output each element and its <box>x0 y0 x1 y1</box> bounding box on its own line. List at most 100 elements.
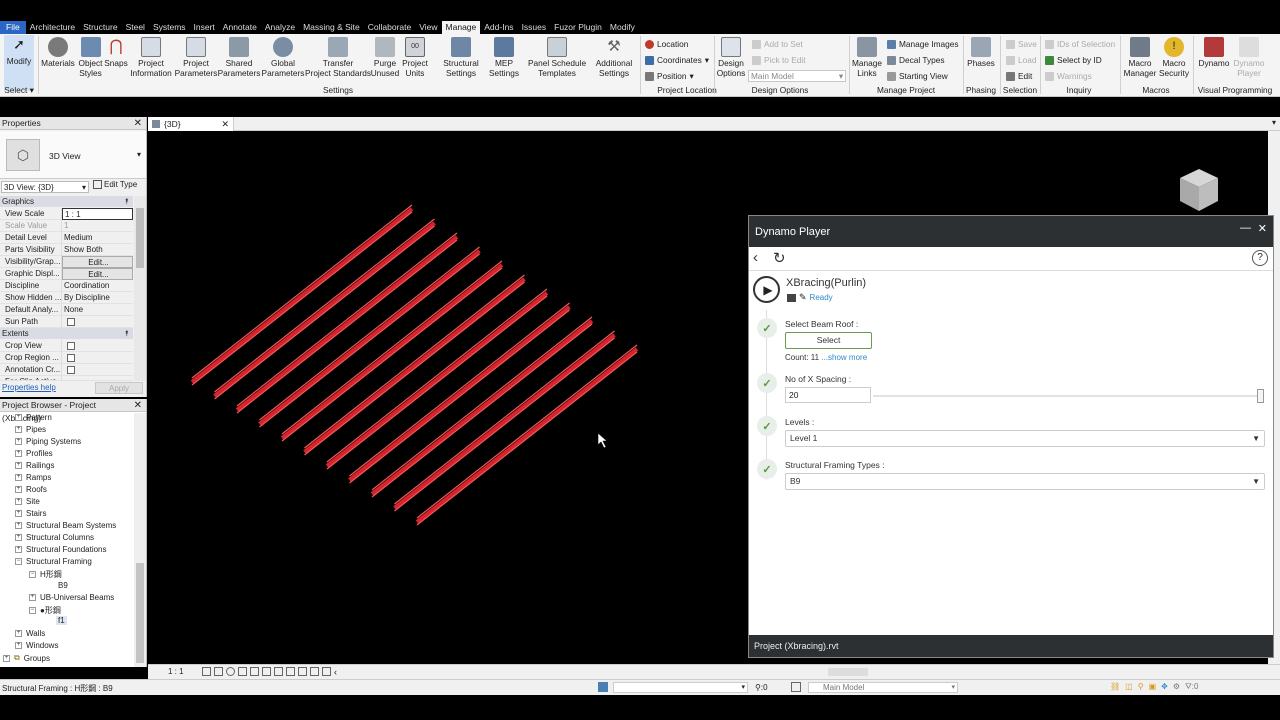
crop-icon[interactable] <box>262 667 271 676</box>
x-spacing-input[interactable]: 20 <box>785 387 871 403</box>
tree-item-walls[interactable]: + Walls <box>15 629 45 638</box>
expand-icon[interactable]: + <box>15 642 22 649</box>
properties-scrollbar[interactable] <box>134 196 146 381</box>
project-units-button[interactable]: 00 Project Units <box>400 37 430 78</box>
warnings-button[interactable]: Warnings <box>1045 71 1092 81</box>
expand-icon[interactable]: + <box>15 414 22 421</box>
structural-settings-button[interactable]: Structural Settings <box>440 37 482 78</box>
decal-types-button[interactable]: Decal Types <box>887 55 945 65</box>
tab-massing-site[interactable]: Massing & Site <box>299 21 364 34</box>
play-button[interactable]: ▶ <box>753 276 780 303</box>
reveal-hidden-icon[interactable] <box>310 667 319 676</box>
project-information-button[interactable]: Project Information <box>129 37 173 78</box>
prop-row-discipline[interactable]: Discipline Coordination <box>0 280 133 292</box>
select-pinned-icon[interactable]: ⚲ <box>1138 682 1144 692</box>
tree-item-b9[interactable]: B9 <box>58 581 68 590</box>
help-icon[interactable]: ? <box>1252 250 1268 266</box>
close-icon[interactable]: ✕ <box>134 117 146 129</box>
sun-path-checkbox[interactable] <box>67 318 75 326</box>
render-icon[interactable] <box>250 667 259 676</box>
mep-settings-button[interactable]: MEP Settings <box>486 37 522 78</box>
drag-elements-icon[interactable]: ✥ <box>1161 682 1168 692</box>
tab-file[interactable]: File <box>0 21 26 34</box>
browser-scrollbar[interactable] <box>134 413 146 667</box>
back-icon[interactable]: ‹ <box>753 249 758 266</box>
tab-architecture[interactable]: Architecture <box>26 21 79 34</box>
workset-select[interactable]: ▾ <box>613 682 748 693</box>
prop-value[interactable]: By Discipline <box>62 292 133 304</box>
phases-button[interactable]: Phases <box>966 37 996 69</box>
extents-section[interactable]: Extents ⯭ <box>0 328 133 339</box>
panel-schedule-templates-button[interactable]: Panel Schedule Templates <box>526 37 588 78</box>
crop-view-checkbox[interactable] <box>67 342 75 350</box>
beam-line[interactable] <box>214 218 435 393</box>
beam-line[interactable] <box>394 337 615 512</box>
prop-row-annotation-crop[interactable]: Annotation Cr... <box>0 364 133 376</box>
prop-row-sun-path[interactable]: Sun Path <box>0 316 133 328</box>
shared-parameters-button[interactable]: Shared Parameters <box>218 37 260 78</box>
expand-icon[interactable]: + <box>15 522 22 529</box>
worksharing-icon[interactable] <box>598 682 608 692</box>
tree-item-stairs[interactable]: + Stairs <box>15 509 46 518</box>
horizontal-scrollbar-thumb[interactable] <box>828 668 868 676</box>
lock-icon[interactable] <box>286 667 295 676</box>
expand-icon[interactable]: + <box>15 498 22 505</box>
expand-icon[interactable]: + <box>15 426 22 433</box>
tree-item-round-steel[interactable]: − ●形鋼 <box>29 605 61 616</box>
modify-button[interactable]: ➚ Modify <box>4 35 34 91</box>
properties-help-link[interactable]: Properties help <box>2 383 56 392</box>
annotation-crop-checkbox[interactable] <box>67 366 75 374</box>
design-option-select[interactable]: Main Model ▾ <box>748 70 846 82</box>
prop-row-far-clip[interactable]: Far Clip Active <box>0 376 133 381</box>
design-option-icon[interactable] <box>791 682 801 692</box>
chevron-left-icon[interactable]: ‹ <box>334 667 337 677</box>
prop-value[interactable]: 1 : 1 <box>62 208 133 220</box>
close-icon[interactable]: ✕ <box>1258 222 1267 235</box>
tree-item-structural-columns[interactable]: + Structural Columns <box>15 533 94 542</box>
tab-steel[interactable]: Steel <box>122 21 149 34</box>
macro-security-button[interactable]: ! Macro Security <box>1157 37 1191 78</box>
tree-item-pipes[interactable]: + Pipes <box>15 425 46 434</box>
close-icon[interactable]: ✕ <box>221 119 229 130</box>
tree-item-windows[interactable]: + Windows <box>15 641 58 650</box>
pick-to-edit-button[interactable]: Pick to Edit <box>752 55 806 65</box>
select-by-face-icon[interactable]: ▣ <box>1149 682 1157 692</box>
tab-issues[interactable]: Issues <box>518 21 551 34</box>
tree-item-site[interactable]: + Site <box>15 497 40 506</box>
filter-icon[interactable]: ⛛:0 <box>1185 682 1198 692</box>
tree-item-h-steel[interactable]: − H形鋼 <box>29 569 62 580</box>
expand-icon[interactable]: + <box>15 486 22 493</box>
select-underlay-icon[interactable]: ◫ <box>1125 682 1133 692</box>
tree-item-pattern[interactable]: + Pattern <box>15 413 52 422</box>
tree-item-structural-beam-systems[interactable]: + Structural Beam Systems <box>15 521 116 530</box>
collapse-icon[interactable]: − <box>15 558 22 565</box>
prop-value[interactable]: Medium <box>62 232 133 244</box>
manage-links-button[interactable]: Manage Links <box>850 37 884 78</box>
expand-icon[interactable]: + <box>3 654 10 662</box>
refresh-icon[interactable]: ↻ <box>773 249 786 267</box>
tree-item-ramps[interactable]: + Ramps <box>15 473 51 482</box>
tree-item-railings[interactable]: + Railings <box>15 461 54 470</box>
manage-images-button[interactable]: Manage Images <box>887 39 959 49</box>
prop-value[interactable]: Show Both <box>62 244 133 256</box>
transfer-project-standards-button[interactable]: Transfer Project Standards <box>305 37 371 78</box>
levels-select[interactable]: Level 1 ▼ <box>785 430 1265 447</box>
save-selection-button[interactable]: Save <box>1006 39 1037 49</box>
background-process-icon[interactable]: ⚙ <box>1173 682 1180 692</box>
tree-item-f1[interactable]: f1 <box>56 616 67 625</box>
view-tab-3d[interactable]: {3D} ✕ <box>148 117 234 131</box>
add-to-set-button[interactable]: Add to Set <box>752 39 803 49</box>
expand-icon[interactable]: + <box>15 534 22 541</box>
macro-manager-button[interactable]: Macro Manager <box>1122 37 1158 78</box>
tab-structure[interactable]: Structure <box>79 21 122 34</box>
type-selector[interactable]: ⬡ 3D View ▾ <box>0 131 146 179</box>
beam-line[interactable] <box>190 207 414 384</box>
scrollbar-thumb[interactable] <box>136 563 144 663</box>
additional-settings-button[interactable]: ⚒ Additional Settings <box>592 37 636 78</box>
tree-item-groups[interactable]: + ⧉ Groups <box>3 653 50 663</box>
materials-button[interactable]: Materials <box>40 37 76 69</box>
location-button[interactable]: Location <box>645 39 688 49</box>
expand-icon[interactable]: + <box>15 630 22 637</box>
global-parameters-button[interactable]: Global Parameters <box>261 37 305 78</box>
load-selection-button[interactable]: Load <box>1006 55 1036 65</box>
